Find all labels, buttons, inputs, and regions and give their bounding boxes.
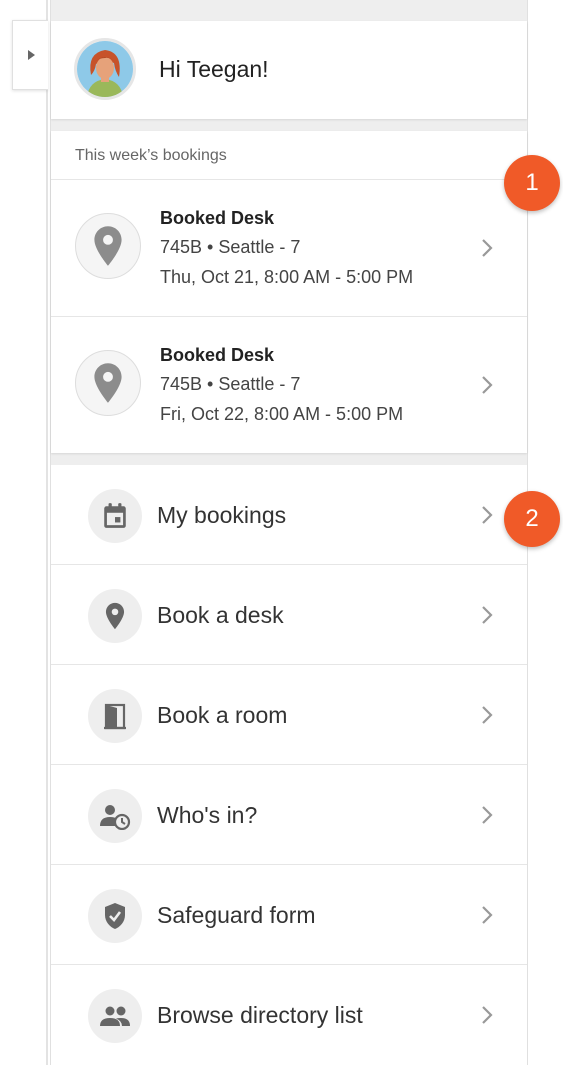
menu-item-label: Book a room: [157, 702, 288, 728]
navigation-menu: My bookings Book a desk Book a room Who'…: [51, 465, 527, 1065]
menu-item-label: Safeguard form: [157, 902, 316, 928]
menu-item-safeguard-form[interactable]: Safeguard form: [51, 865, 527, 965]
menu-item-my-bookings[interactable]: My bookings: [51, 465, 527, 565]
greeting-card: Hi Teegan!: [51, 21, 527, 119]
chevron-right-icon: [482, 606, 493, 624]
booking-time: Thu, Oct 21, 8:00 AM - 5:00 PM: [160, 267, 414, 287]
booking-location: 745B • Seattle - 7: [160, 374, 301, 394]
booking-item[interactable]: Booked Desk 745B • Seattle - 7 Fri, Oct …: [51, 316, 527, 452]
expand-panel-button[interactable]: [12, 20, 48, 90]
triangle-right-icon: [27, 50, 35, 60]
callout-badge-1: 1: [504, 155, 560, 211]
people-icon: [88, 989, 142, 1043]
chevron-right-icon: [482, 239, 493, 257]
calendar-icon: [88, 489, 142, 543]
chevron-right-icon: [482, 706, 493, 724]
menu-item-browse-directory[interactable]: Browse directory list: [51, 965, 527, 1065]
booking-title: Booked Desk: [160, 208, 275, 228]
side-rail: [0, 0, 48, 1065]
booking-title: Booked Desk: [160, 345, 275, 365]
location-pin-icon: [75, 350, 141, 416]
booking-item[interactable]: Booked Desk 745B • Seattle - 7 Thu, Oct …: [51, 179, 527, 315]
callout-badge-2: 2: [504, 491, 560, 547]
home-panel: Hi Teegan! This week’s bookings Booked D…: [50, 0, 528, 1065]
door-icon: [88, 689, 142, 743]
chevron-right-icon: [482, 806, 493, 824]
location-pin-icon: [75, 213, 141, 279]
avatar[interactable]: [74, 38, 136, 100]
user-avatar-icon: [77, 41, 133, 97]
menu-item-label: Who's in?: [157, 802, 258, 828]
location-pin-icon: [88, 589, 142, 643]
menu-item-whos-in[interactable]: Who's in?: [51, 765, 527, 865]
greeting-text: Hi Teegan!: [159, 56, 269, 82]
person-clock-icon: [88, 789, 142, 843]
section-title: This week’s bookings: [75, 147, 227, 164]
booking-location: 745B • Seattle - 7: [160, 237, 301, 257]
chevron-right-icon: [482, 906, 493, 924]
menu-item-label: Browse directory list: [157, 1002, 363, 1028]
booking-time: Fri, Oct 22, 8:00 AM - 5:00 PM: [160, 404, 404, 424]
menu-item-book-room[interactable]: Book a room: [51, 665, 527, 765]
menu-item-book-desk[interactable]: Book a desk: [51, 565, 527, 665]
weekly-bookings-card: This week’s bookings Booked Desk 745B • …: [51, 131, 527, 453]
chevron-right-icon: [482, 506, 493, 524]
shield-check-icon: [88, 889, 142, 943]
menu-item-label: My bookings: [157, 502, 287, 528]
menu-item-label: Book a desk: [157, 602, 284, 628]
chevron-right-icon: [482, 376, 493, 394]
chevron-right-icon: [482, 1006, 493, 1024]
